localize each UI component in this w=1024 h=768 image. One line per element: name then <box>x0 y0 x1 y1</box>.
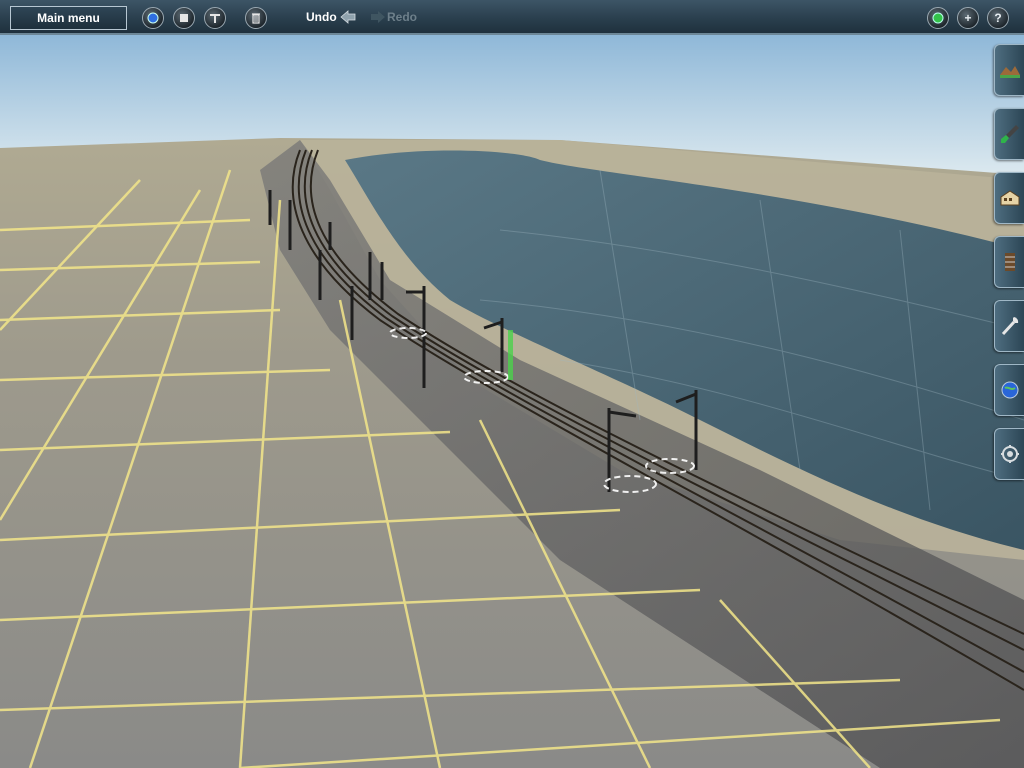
scene-canvas[interactable] <box>0 0 1024 768</box>
settings-tab[interactable] <box>994 428 1024 480</box>
help-button[interactable]: ? <box>987 7 1009 29</box>
blue-orb-icon <box>147 12 159 24</box>
blue-orb-button[interactable] <box>142 7 164 29</box>
delete-button[interactable] <box>245 7 267 29</box>
green-orb-button[interactable] <box>927 7 949 29</box>
terrain-tab[interactable] <box>994 44 1024 96</box>
top-toolbar: Main menu Undo Redo + ? <box>0 0 1024 35</box>
objects-tab[interactable] <box>994 172 1024 224</box>
gear-icon <box>1001 445 1019 463</box>
help-icon: ? <box>994 11 1002 25</box>
track-tab[interactable] <box>994 236 1024 288</box>
world-tab[interactable] <box>994 364 1024 416</box>
paint-tab[interactable] <box>994 108 1024 160</box>
redo-arrow-icon <box>371 11 385 23</box>
globe-icon <box>1001 381 1019 399</box>
plus-icon: + <box>964 11 972 25</box>
cursor-marker <box>508 330 513 380</box>
wrench-icon <box>1001 317 1019 336</box>
tools-tab[interactable] <box>994 300 1024 352</box>
add-button[interactable]: + <box>957 7 979 29</box>
building-icon <box>1000 190 1020 206</box>
tools-button[interactable] <box>204 7 226 29</box>
trash-icon <box>252 13 260 24</box>
redo-button: Redo <box>387 10 417 24</box>
undo-button[interactable]: Undo <box>306 10 337 24</box>
stop-button[interactable] <box>173 7 195 29</box>
green-orb-icon <box>932 12 944 24</box>
paint-brush-icon <box>1001 125 1019 143</box>
terrain-icon <box>1000 66 1020 78</box>
3d-viewport[interactable] <box>0 0 1024 768</box>
main-menu-button[interactable]: Main menu <box>10 6 127 30</box>
track-icon <box>1005 253 1015 271</box>
stop-icon <box>180 14 188 22</box>
tools-icon <box>210 14 220 23</box>
undo-arrow-icon[interactable] <box>340 10 356 24</box>
